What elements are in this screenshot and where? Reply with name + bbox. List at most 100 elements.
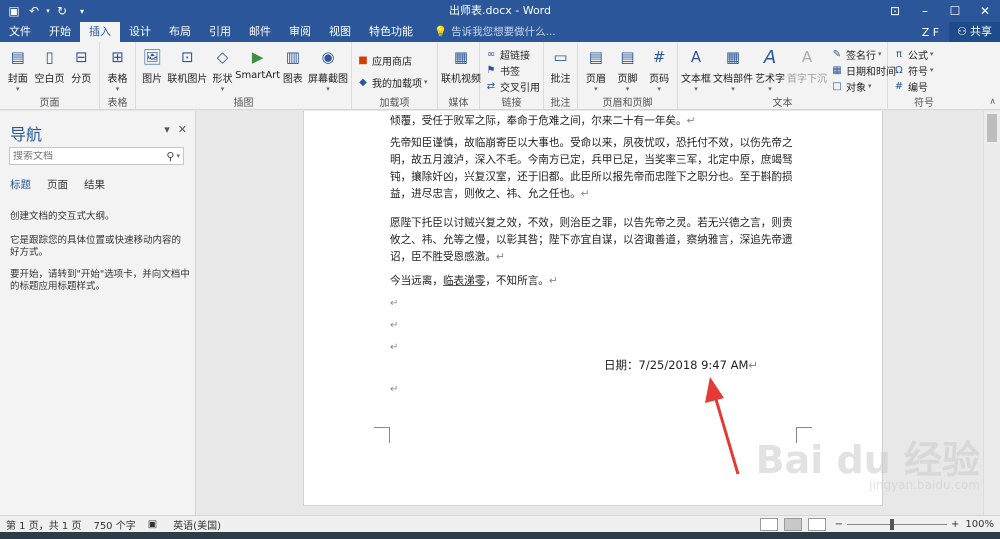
footer-icon: ▤ (620, 48, 635, 66)
omega-icon: Ω (895, 64, 903, 76)
redo-icon[interactable]: ↻ (52, 4, 72, 18)
maximize-icon[interactable]: ☐ (940, 0, 970, 22)
zoom-in-icon[interactable]: + (951, 519, 959, 530)
numbering-button[interactable]: # 编号 (892, 78, 934, 94)
tab-layout[interactable]: 布局 (160, 22, 200, 42)
nav-options-icon[interactable]: ▾ (164, 123, 170, 136)
page-number-button[interactable]: # 页码 ▾ (644, 44, 674, 93)
print-layout-button[interactable] (783, 517, 802, 531)
my-addins-button[interactable]: ◆ 我的加载项 ▾ (356, 74, 427, 90)
signature-icon: ✎ (832, 48, 842, 60)
blank-page-button[interactable]: ▯ 空白页 (35, 44, 65, 85)
tab-review[interactable]: 审阅 (280, 22, 320, 42)
online-video-button[interactable]: ▦ 联机视频 (441, 44, 481, 85)
group-addins: ■ 应用商店 ◆ 我的加载项 ▾ 加载项 (352, 42, 438, 110)
zoom-slider[interactable] (847, 518, 948, 530)
quick-access-toolbar: ▣ ↶ ▾ ↻ ▾ (0, 0, 92, 22)
language-status[interactable]: 英语(美国) (167, 517, 227, 532)
page-count[interactable]: 第 1 页，共 1 页 (0, 517, 87, 532)
footer-button[interactable]: ▤ 页脚 ▾ (613, 44, 643, 93)
user-initials[interactable]: Z F (912, 26, 949, 39)
window-title: 出师表.docx - Word (448, 4, 551, 17)
symbol-button[interactable]: Ω 符号 ▾ (892, 62, 933, 78)
save-icon[interactable]: ▣ (4, 4, 24, 18)
textbox-button[interactable]: A 文本框 ▾ (681, 44, 711, 93)
date-time-button[interactable]: ▦ 日期和时间 (830, 62, 896, 78)
tab-view[interactable]: 视图 (320, 22, 360, 42)
empty-paragraph-mark: ↵ (390, 342, 399, 353)
share-button[interactable]: ⚇ 共享 (949, 22, 1000, 42)
cross-reference-button[interactable]: ⇄ 交叉引用 (484, 78, 540, 94)
object-button[interactable]: □ 对象 ▾ (830, 78, 896, 94)
tab-home[interactable]: 开始 (40, 22, 80, 42)
read-mode-button[interactable] (759, 517, 778, 531)
word-count[interactable]: 750 个字 (87, 517, 141, 532)
wordart-button[interactable]: A 艺术字 ▾ (755, 44, 785, 94)
tab-file[interactable]: 文件 (0, 22, 40, 42)
zoom-slider-thumb[interactable] (890, 518, 895, 530)
header-button[interactable]: ▤ 页眉 ▾ (581, 44, 611, 93)
minimize-icon[interactable]: – (910, 0, 940, 22)
tab-design[interactable]: 设计 (120, 22, 160, 42)
undo-dropdown-icon[interactable]: ▾ (44, 7, 52, 15)
nav-tab-headings[interactable]: 标题 (10, 177, 31, 192)
date-line: 日期：7/25/2018 9:47 AM↵ (604, 358, 759, 372)
undo-icon[interactable]: ↶ (24, 4, 44, 18)
store-button[interactable]: ■ 应用商店 (356, 52, 428, 68)
tab-mailings[interactable]: 邮件 (240, 22, 280, 42)
nav-search-box: ⚲ ▾ (9, 147, 184, 165)
cover-page-button[interactable]: ▤ 封面 ▾ (3, 44, 33, 93)
group-text: A 文本框 ▾ ▦ 文档部件 ▾ A 艺术字 ▾ A 首字下沉 ✎ 签名行 ▾ … (678, 42, 896, 110)
paragraph-2: 愿陛下托臣以讨贼兴复之效，不效，则治臣之罪，以告先帝之灵。若无兴德之言，则责攸之… (390, 217, 793, 263)
bookmark-button[interactable]: ⚑ 书签 (484, 62, 540, 78)
screenshot-button[interactable]: ◉ 屏幕截图 ▾ (308, 44, 348, 93)
pi-icon: π (895, 48, 903, 60)
watermark-url: jingyan.baidu.com (869, 478, 980, 492)
title-bar: ▣ ↶ ▾ ↻ ▾ 出师表.docx - Word ⊡ – ☐ ✕ (0, 0, 1000, 22)
vertical-scrollbar[interactable] (983, 111, 1000, 515)
quick-parts-button[interactable]: ▦ 文档部件 ▾ (713, 44, 753, 93)
zoom-out-icon[interactable]: − (835, 519, 843, 530)
nav-search-input[interactable] (10, 150, 150, 162)
group-label-illustrations: 插图 (233, 98, 254, 109)
cover-page-icon: ▤ (10, 48, 25, 66)
new-comment-button[interactable]: ▭ 批注 (547, 44, 574, 85)
search-icon[interactable]: ⚲ (166, 150, 176, 163)
nav-help-text-1: 创建文档的交互式大纲。 (10, 211, 115, 222)
nav-tab-pages[interactable]: 页面 (47, 177, 68, 192)
hyperlink-button[interactable]: ∞ 超链接 (484, 46, 540, 62)
scrollbar-thumb[interactable] (987, 114, 997, 142)
watermark: Bai du 经验 jingyan.baidu.com (756, 440, 980, 492)
proofing-status[interactable]: ▣ (142, 519, 167, 530)
picture-button[interactable]: 🖼 图片 (139, 44, 165, 85)
page-break-button[interactable]: ⊟ 分页 (67, 44, 97, 85)
zoom-level[interactable]: 100% (959, 519, 1000, 530)
collapse-ribbon-icon[interactable]: ∧ (989, 97, 996, 107)
group-label-addins: 加载项 (379, 98, 410, 109)
nav-close-icon[interactable]: ✕ (178, 123, 187, 136)
tab-insert[interactable]: 插入 (80, 22, 120, 42)
camera-icon: ◉ (321, 48, 335, 66)
table-button[interactable]: ⊞ 表格 ▾ (103, 44, 132, 93)
proofing-icon: ▣ (147, 518, 158, 530)
chart-button[interactable]: ▥ 图表 (280, 44, 306, 85)
smartart-button[interactable]: ▶ SmartArt (235, 44, 280, 81)
ribbon-display-options-icon[interactable]: ⊡ (880, 0, 910, 22)
web-layout-button[interactable] (807, 517, 826, 531)
equation-button[interactable]: π 公式 ▾ (892, 46, 934, 62)
online-picture-button[interactable]: ⊡ 联机图片 (167, 44, 207, 85)
tell-me-box[interactable]: 💡 告诉我您想要做什么... (422, 22, 556, 42)
group-symbols: π 公式 ▾ Ω 符号 ▾ # 编号 符号 (888, 42, 960, 110)
nav-tabs: 标题 页面 结果 (10, 177, 105, 192)
nav-tab-results[interactable]: 结果 (84, 177, 105, 192)
shapes-button[interactable]: ◇ 形状 ▾ (209, 44, 235, 93)
group-media: ▦ 联机视频 媒体 (438, 42, 481, 110)
signature-line-button[interactable]: ✎ 签名行 ▾ (830, 46, 896, 62)
customize-qat-icon[interactable]: ▾ (72, 7, 92, 16)
group-illustrations: 🖼 图片 ⊡ 联机图片 ◇ 形状 ▾ ▶ SmartArt ▥ 图表 ◉ 屏幕截… (136, 42, 352, 110)
search-dropdown-icon[interactable]: ▾ (176, 152, 183, 160)
close-icon[interactable]: ✕ (970, 0, 1000, 22)
tab-references[interactable]: 引用 (200, 22, 240, 42)
tab-special-features[interactable]: 特色功能 (360, 22, 422, 42)
group-label-text: 文本 (772, 98, 793, 109)
